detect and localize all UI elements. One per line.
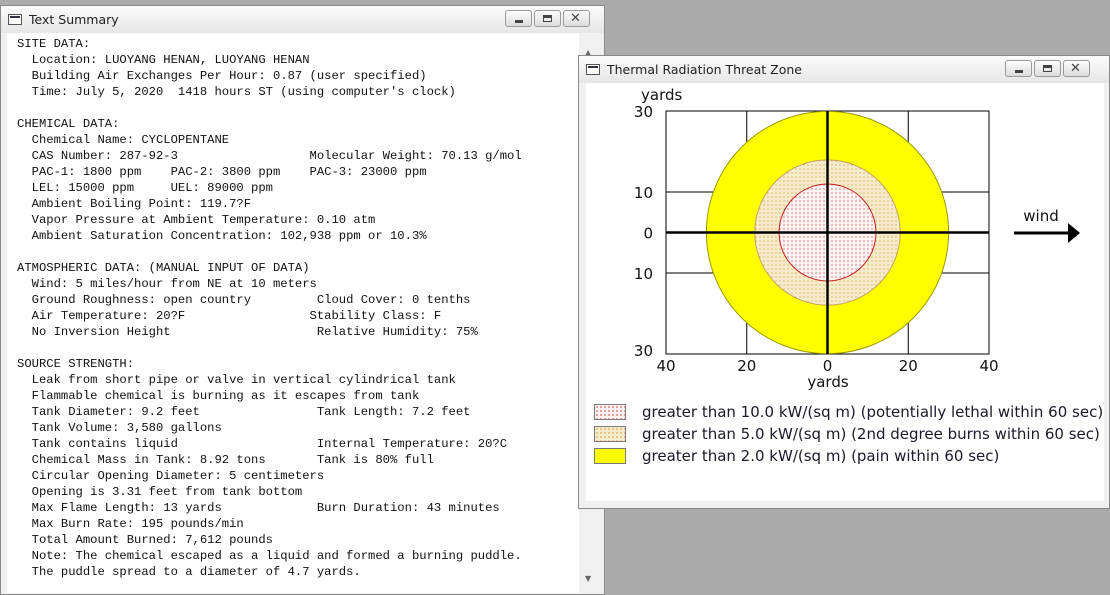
thermal-titlebar[interactable]: Thermal Radiation Threat Zone ✕ — [579, 56, 1109, 83]
wind-label: wind — [1023, 207, 1058, 225]
scroll-down-icon[interactable]: ▼ — [585, 574, 591, 583]
minimize-button[interactable] — [505, 10, 532, 27]
x-tick-label: 20 — [737, 357, 756, 375]
text-summary-titlebar[interactable]: Text Summary ✕ — [1, 6, 604, 33]
legend-swatch — [594, 426, 626, 442]
legend-item-orange: greater than 5.0 kW/(sq m) (2nd degree b… — [594, 425, 1100, 443]
window-icon — [586, 64, 600, 75]
x-tick-label: 20 — [899, 357, 918, 375]
legend-label: greater than 2.0 kW/(sq m) (pain within … — [642, 447, 1000, 465]
x-axis-unit-label: yards — [807, 373, 848, 391]
x-tick-label: 40 — [656, 357, 675, 375]
close-icon: ✕ — [570, 11, 581, 26]
window-icon — [8, 14, 22, 25]
close-button[interactable]: ✕ — [1063, 60, 1090, 77]
y-tick-label: 0 — [643, 225, 653, 243]
summary-text: SITE DATA: Location: LUOYANG HENAN, LUOY… — [17, 37, 522, 579]
y-tick-label: 30 — [634, 342, 653, 360]
y-tick-label: 30 — [634, 103, 653, 121]
y-tick-label: 10 — [634, 184, 653, 202]
window-title: Thermal Radiation Threat Zone — [607, 62, 802, 77]
legend-swatch — [594, 404, 626, 420]
wind-arrow-icon — [1014, 223, 1080, 243]
minimize-button[interactable] — [1005, 60, 1032, 77]
close-button[interactable]: ✕ — [563, 10, 590, 27]
threat-zone-plot-area: yards yards 30 10 0 10 30 40 20 0 20 40 wind grea… — [586, 83, 1104, 501]
maximize-button[interactable] — [534, 10, 561, 27]
legend-swatch — [594, 448, 626, 464]
maximize-button[interactable] — [1034, 60, 1061, 77]
legend-label: greater than 10.0 kW/(sq m) (potentially… — [642, 403, 1104, 421]
legend-label: greater than 5.0 kW/(sq m) (2nd degree b… — [642, 425, 1100, 443]
legend-item-red: greater than 10.0 kW/(sq m) (potentially… — [594, 403, 1103, 421]
y-axis-unit-label: yards — [641, 86, 682, 104]
y-tick-label: 10 — [634, 265, 653, 283]
text-summary-window[interactable]: Text Summary ✕ SITE DATA: Location: LUOY… — [0, 5, 605, 595]
text-summary-content-area[interactable]: SITE DATA: Location: LUOYANG HENAN, LUOY… — [7, 33, 579, 593]
x-tick-label: 40 — [979, 357, 998, 375]
close-icon: ✕ — [1070, 61, 1081, 76]
legend-item-yellow: greater than 2.0 kW/(sq m) (pain within … — [594, 447, 999, 465]
x-tick-label: 0 — [823, 357, 833, 375]
window-title: Text Summary — [29, 12, 119, 27]
thermal-radiation-window[interactable]: Thermal Radiation Threat Zone ✕ yards ya… — [578, 55, 1110, 509]
